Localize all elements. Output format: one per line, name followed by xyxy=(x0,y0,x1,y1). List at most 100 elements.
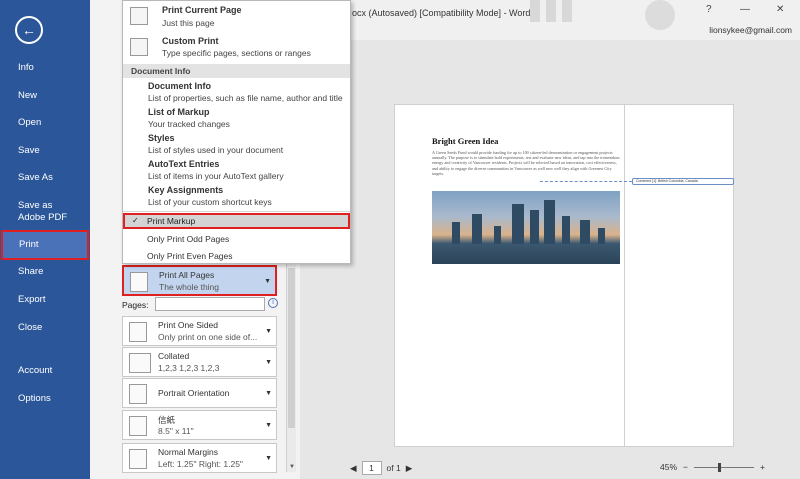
print-range-selector[interactable]: Print All Pages The whole thing ▼ xyxy=(122,265,277,296)
chevron-down-icon: ▼ xyxy=(265,359,272,366)
sidebar-item-options[interactable]: Options xyxy=(0,393,90,405)
menu-item-desc: List of styles used in your document xyxy=(148,145,284,155)
chevron-down-icon: ▼ xyxy=(265,390,272,397)
sidebar-item-share[interactable]: Share xyxy=(0,266,90,278)
menu-item-only-print-odd-pages[interactable]: Only Print Odd Pages xyxy=(147,234,229,244)
chevron-down-icon: ▼ xyxy=(265,455,272,462)
skyline-tower xyxy=(472,214,482,244)
menu-item-desc: List of items in your AutoText gallery xyxy=(148,171,284,181)
margins-desc: Left: 1.25" Right: 1.25" xyxy=(158,459,243,469)
pages-label: Pages: xyxy=(122,300,149,310)
sidebar-item-new[interactable]: New xyxy=(0,90,90,102)
zoom-slider[interactable] xyxy=(693,462,754,472)
margins-selector[interactable]: Normal Margins Left: 1.25" Right: 1.25" … xyxy=(122,443,277,473)
sidebar-item-close[interactable]: Close xyxy=(0,322,90,334)
next-page-icon[interactable]: ▶ xyxy=(406,463,413,474)
paper-size-selector[interactable]: 信紙 8.5" x 11" ▼ xyxy=(122,410,277,440)
window-title: ocx (Autosaved) [Compatibility Mode] - W… xyxy=(352,8,531,18)
menu-separator xyxy=(123,211,350,212)
sided-selector[interactable]: Print One Sided Only print on one side o… xyxy=(122,316,277,346)
paper-title: 信紙 xyxy=(158,415,176,425)
skyline-tower xyxy=(494,226,501,244)
paper-desc: 8.5" x 11" xyxy=(158,426,194,436)
one-sided-icon xyxy=(129,322,147,342)
skyline-tower xyxy=(452,222,460,244)
sidebar-item-account[interactable]: Account xyxy=(0,365,90,377)
menu-item-desc: Just this page xyxy=(162,18,215,28)
skyline-tower xyxy=(512,204,524,244)
zoom-level[interactable]: 45% xyxy=(660,462,677,472)
comment-connector xyxy=(540,181,632,182)
print-range-desc: The whole thing xyxy=(159,282,220,292)
sidebar-item-open[interactable]: Open xyxy=(0,117,90,129)
preview-body-text: A Green Seeds Fund would provide funding… xyxy=(432,150,620,176)
user-account[interactable]: lionsykee@gmail.com xyxy=(709,25,792,35)
page-number-input[interactable]: 1 xyxy=(361,461,382,475)
skyline-tower xyxy=(544,200,555,244)
menu-item-title: Key Assignments xyxy=(148,185,224,195)
margins-icon xyxy=(129,449,147,469)
help-button[interactable]: ? xyxy=(706,4,712,15)
minimize-button[interactable]: — xyxy=(740,4,750,15)
menu-item-styles[interactable]: Styles List of styles used in your docum… xyxy=(123,132,350,158)
margins-title: Normal Margins xyxy=(158,447,218,457)
back-button[interactable]: ← xyxy=(15,16,43,44)
portrait-icon xyxy=(129,384,147,404)
back-arrow-icon: ← xyxy=(22,22,36,38)
menu-item-desc: List of your custom shortcut keys xyxy=(148,197,272,207)
menu-item-desc: List of properties, such as file name, a… xyxy=(148,93,343,103)
scroll-down-icon[interactable]: ▼ xyxy=(287,464,297,472)
menu-item-label: Print Markup xyxy=(147,216,196,226)
pages-input[interactable] xyxy=(155,297,265,311)
page-count: of 1 xyxy=(386,463,401,473)
menu-item-print-current-page[interactable]: Print Current Page Just this page xyxy=(123,3,350,31)
pages-icon xyxy=(130,272,148,292)
markup-divider xyxy=(624,104,625,447)
sidebar-item-save-as[interactable]: Save As xyxy=(0,172,90,184)
menu-item-print-markup[interactable]: ✓ Print Markup xyxy=(123,213,350,229)
orientation-selector[interactable]: Portrait Orientation ▼ xyxy=(122,378,277,408)
decor-stripe xyxy=(546,0,556,22)
menu-item-desc: Type specific pages, sections or ranges xyxy=(162,48,311,58)
page-navigation: ◀ 1 of 1 ▶ xyxy=(350,461,412,475)
collate-title: Collated xyxy=(158,351,190,361)
menu-item-key-assignments[interactable]: Key Assignments List of your custom shor… xyxy=(123,184,350,210)
zoom-slider-knob[interactable] xyxy=(717,462,721,472)
decor-circle xyxy=(645,0,675,30)
sided-title: Print One Sided xyxy=(158,320,219,330)
close-button[interactable]: ✕ xyxy=(776,4,784,15)
sidebar-item-export[interactable]: Export xyxy=(0,294,90,306)
sidebar-item-info[interactable]: Info xyxy=(0,62,90,74)
menu-item-autotext-entries[interactable]: AutoText Entries List of items in your A… xyxy=(123,158,350,184)
chevron-down-icon: ▼ xyxy=(264,278,271,285)
previous-page-icon[interactable]: ◀ xyxy=(350,463,357,474)
sidebar-item-save[interactable]: Save xyxy=(0,145,90,157)
orientation-title: Portrait Orientation xyxy=(158,388,230,398)
section-header-document-info: Document Info xyxy=(123,64,350,78)
skyline-tower xyxy=(530,210,539,244)
chevron-down-icon: ▼ xyxy=(265,328,272,335)
collate-icon xyxy=(129,353,151,373)
zoom-in-icon[interactable]: + xyxy=(760,462,765,472)
sidebar-item-print[interactable]: Print xyxy=(1,230,89,260)
zoom-control: 45% − + xyxy=(660,462,765,472)
collate-desc: 1,2,3 1,2,3 1,2,3 xyxy=(158,363,220,373)
menu-item-title: AutoText Entries xyxy=(148,159,220,169)
menu-item-list-of-markup[interactable]: List of Markup Your tracked changes xyxy=(123,106,350,132)
settings-scrollbar[interactable]: ▼ xyxy=(286,262,296,472)
menu-item-document-info[interactable]: Document Info List of properties, such a… xyxy=(123,80,350,106)
paper-icon xyxy=(129,416,147,436)
decor-stripe xyxy=(562,0,572,22)
collate-selector[interactable]: Collated 1,2,3 1,2,3 1,2,3 ▼ xyxy=(122,347,277,377)
zoom-out-icon[interactable]: − xyxy=(683,462,688,472)
menu-item-only-print-even-pages[interactable]: Only Print Even Pages xyxy=(147,251,233,261)
info-icon[interactable]: i xyxy=(268,298,278,308)
scrollbar-thumb[interactable] xyxy=(288,268,295,428)
skyline-tower xyxy=(580,220,590,244)
sidebar-item-save-as-adobe-pdf[interactable]: Save as Adobe PDF xyxy=(0,200,80,224)
menu-item-desc: Your tracked changes xyxy=(148,119,230,129)
menu-item-custom-print[interactable]: Custom Print Type specific pages, sectio… xyxy=(123,34,350,62)
skyline-tower xyxy=(598,228,605,244)
current-page-icon xyxy=(130,7,148,25)
menu-item-title: Document Info xyxy=(148,81,211,91)
